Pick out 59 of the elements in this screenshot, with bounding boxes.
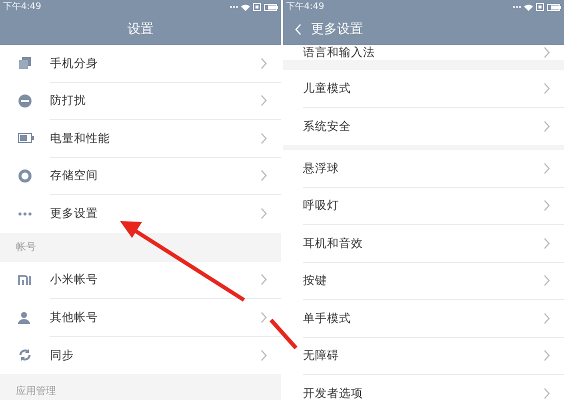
chevron-right-icon [261, 58, 267, 69]
row-label: 电量和性能 [50, 130, 111, 147]
row-label: 语言和输入法 [303, 44, 376, 61]
chevron-right-icon [544, 162, 550, 174]
wifi-icon [524, 4, 533, 10]
sync-icon [18, 348, 32, 362]
person-icon [18, 310, 30, 324]
battery-status-icon [264, 4, 278, 10]
more-dots-icon [18, 212, 32, 216]
status-time: 下午4:49 [286, 2, 324, 12]
row-label: 儿童模式 [303, 80, 352, 97]
chevron-right-icon [544, 120, 550, 132]
chevron-right-icon [261, 274, 267, 286]
box-icon [253, 3, 261, 11]
mi-logo-icon [18, 274, 32, 285]
row-label: 开发者选项 [303, 385, 364, 400]
chevron-right-icon [544, 312, 550, 324]
row-label: 防打扰 [50, 92, 87, 110]
screen-title: 设置 [128, 20, 154, 39]
row-label: 手机分身 [50, 54, 99, 72]
row-label: 悬浮球 [303, 160, 340, 177]
row-label: 按键 [303, 272, 328, 290]
chevron-right-icon [261, 170, 267, 182]
do-not-disturb-icon [18, 94, 32, 108]
chevron-right-icon [544, 200, 550, 212]
chevron-right-icon [544, 47, 550, 58]
chevron-right-icon [544, 388, 550, 400]
row-label: 更多设置 [50, 205, 99, 222]
annotation-line [270, 318, 298, 350]
status-time: 下午4:49 [3, 2, 42, 12]
section-label: 应用管理 [16, 384, 56, 399]
chevron-right-icon [261, 208, 267, 220]
row-label: 存储空间 [50, 167, 99, 184]
row-label: 单手模式 [303, 310, 352, 327]
chevron-right-icon [261, 95, 267, 106]
battery-status-icon [547, 4, 561, 10]
battery-icon [18, 133, 34, 144]
chevron-right-icon [544, 275, 550, 286]
chevron-right-icon [544, 238, 550, 249]
chevron-right-icon [261, 312, 267, 323]
row-label: 系统安全 [303, 118, 352, 135]
row-label: 耳机和音效 [303, 234, 364, 252]
box-icon [536, 3, 544, 11]
chevron-right-icon [544, 350, 550, 362]
row-label: 其他帐号 [50, 308, 99, 326]
chevron-right-icon [544, 82, 550, 94]
row-label: 呼吸灯 [303, 197, 340, 214]
back-chevron-icon [295, 24, 301, 35]
chevron-right-icon [261, 350, 267, 361]
row-label: 小米帐号 [50, 271, 99, 288]
storage-ring-icon [18, 168, 32, 183]
wifi-icon [241, 4, 250, 10]
screen-title: 更多设置 [311, 20, 363, 39]
row-label: 同步 [50, 346, 75, 364]
section-label: 帐号 [16, 240, 36, 254]
row-label: 无障碍 [303, 347, 340, 364]
back-button[interactable] [295, 24, 301, 35]
cards-icon [18, 56, 32, 70]
chevron-right-icon [261, 132, 267, 144]
